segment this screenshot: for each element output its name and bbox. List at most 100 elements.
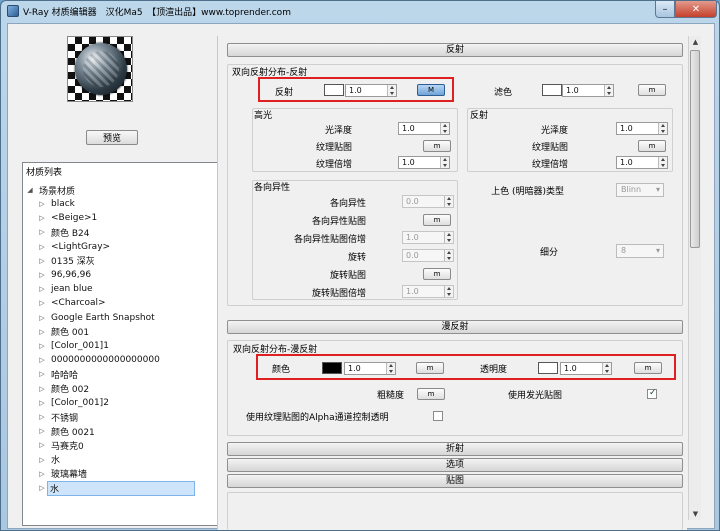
material-list-item-label: black	[51, 199, 75, 209]
material-list-item-label: 0135 深灰	[51, 257, 95, 268]
hl-mult-spinner[interactable]: 1.0	[398, 156, 450, 169]
expand-arrow-icon[interactable]: ▷	[37, 271, 47, 279]
maps-rollout-header[interactable]: 贴图	[227, 474, 683, 488]
expand-arrow-icon[interactable]: ▷	[37, 285, 47, 293]
expand-arrow-icon[interactable]: ▷	[37, 470, 47, 478]
expand-arrow-icon[interactable]: ▷	[37, 427, 47, 435]
expand-arrow-icon[interactable]: ▷	[37, 484, 47, 492]
material-properties-panel: 反射 双向反射分布-反射 反射 1.0 M 滤色 1.0 m 高光 光泽度 1.…	[217, 36, 687, 530]
rotation-spinner[interactable]: 0.0	[402, 249, 454, 262]
material-list-item-label: [Color_001]2	[51, 397, 109, 408]
material-list-item[interactable]: ▷ [Color_001]1	[37, 339, 231, 353]
expand-arrow-icon[interactable]: ▷	[37, 299, 47, 307]
rotation-mult-spinner[interactable]: 1.0	[402, 285, 454, 298]
refraction-rollout-header[interactable]: 折射	[227, 442, 683, 456]
material-list-item[interactable]: ▷ black	[37, 197, 231, 211]
subdivs-label: 细分	[540, 248, 559, 258]
preview-sphere	[75, 43, 127, 95]
aniso-group-title: 各向异性	[254, 183, 291, 193]
hl-gloss-spinner[interactable]: 1.0	[398, 122, 450, 135]
material-list-item[interactable]: ▷ 颜色 0021	[37, 424, 231, 438]
close-icon[interactable]: ✕	[675, 1, 717, 18]
shader-type-select[interactable]: Blinn	[616, 183, 664, 197]
material-list-item[interactable]: ▷ <LightGray>	[37, 240, 231, 254]
expand-arrow-icon[interactable]: ▷	[37, 441, 47, 449]
filter-amount-spinner[interactable]: 1.0	[562, 84, 614, 97]
material-list-item[interactable]: ▷ 96,96,96	[37, 268, 231, 282]
expand-arrow-icon[interactable]: ▷	[37, 399, 47, 407]
title-bar[interactable]: V-Ray 材质编辑器 汉化Ma5 【顶渲出品】www.toprender.co…	[1, 1, 719, 23]
material-list-item-label: 水	[47, 480, 195, 496]
aniso-mult-spinner[interactable]: 1.0	[402, 231, 454, 244]
filter-color-swatch[interactable]	[542, 84, 562, 96]
filter-map-button[interactable]: m	[638, 84, 666, 96]
alpha-transparency-checkbox[interactable]	[433, 411, 443, 421]
refl-gloss-label: 光泽度	[540, 126, 568, 136]
expand-arrow-icon[interactable]: ▷	[37, 228, 47, 236]
material-list-item-label: 马赛克0	[51, 441, 84, 452]
refl-gloss-spinner[interactable]: 1.0	[616, 122, 668, 135]
material-list-item[interactable]: ▷ 不锈钢	[37, 410, 231, 424]
expand-arrow-icon[interactable]: ▷	[37, 456, 47, 464]
material-list-item[interactable]: ▷ 水	[37, 480, 231, 496]
refl-texmap-button[interactable]: m	[638, 140, 666, 152]
expand-arrow-icon[interactable]: ▷	[37, 243, 47, 251]
material-list-item[interactable]: ▷ 颜色 001	[37, 325, 231, 339]
hl-texmap-label: 纹理贴图	[315, 143, 352, 153]
material-list-item[interactable]: ▷ 颜色 002	[37, 382, 231, 396]
material-list-item[interactable]: ▷ [Color_001]2	[37, 396, 231, 410]
preview-button[interactable]: 预览	[86, 130, 138, 145]
material-preview	[67, 36, 133, 102]
diffuse-rollout-header[interactable]: 漫反射	[227, 320, 683, 334]
aniso-spinner[interactable]: 0.0	[402, 195, 454, 208]
material-list-item[interactable]: ▷ 颜色 B24	[37, 225, 231, 239]
subdivs-field[interactable]: 8	[616, 244, 664, 258]
material-list-item-label: <Beige>1	[51, 213, 98, 224]
material-list-item[interactable]: ▷ 水	[37, 453, 231, 467]
expand-arrow-icon[interactable]: ▷	[37, 314, 47, 322]
expand-arrow-icon[interactable]: ▷	[37, 356, 47, 364]
scrollbar-thumb[interactable]	[690, 50, 700, 248]
material-list-item[interactable]: ▷ Google Earth Snapshot	[37, 311, 231, 325]
rotation-map-button[interactable]: m	[423, 268, 451, 280]
expand-arrow-icon[interactable]: ▷	[37, 342, 47, 350]
material-list-item[interactable]: ▷ 0000000000000000000	[37, 353, 231, 367]
expand-arrow-icon[interactable]: ◢	[25, 186, 35, 194]
options-rollout-header[interactable]: 选项	[227, 458, 683, 472]
alpha-transparency-label: 使用纹理贴图的Alpha通道控制透明	[246, 413, 389, 423]
rotation-mult-label: 旋转贴图倍增	[311, 289, 366, 299]
expand-arrow-icon[interactable]: ▷	[37, 200, 47, 208]
expand-arrow-icon[interactable]: ▷	[37, 385, 47, 393]
expand-arrow-icon[interactable]: ▷	[37, 413, 47, 421]
properties-scrollbar[interactable]: ▲ ▼	[688, 36, 701, 520]
material-list-item[interactable]: ▷ jean blue	[37, 282, 231, 296]
scroll-down-icon[interactable]: ▼	[689, 508, 702, 520]
minimize-icon[interactable]: –	[655, 1, 675, 18]
aniso-map-button[interactable]: m	[423, 214, 451, 226]
material-list-item-label: <LightGray>	[51, 241, 111, 252]
material-list[interactable]: 材质列表 ◢ 场景材质 ▷ black ▷ <Beige>1 ▷ 颜色 B24 ▷ <Ligh…	[22, 162, 218, 526]
reflection-rollout-header[interactable]: 反射	[227, 43, 683, 57]
material-list-item[interactable]: ▷ <Beige>1	[37, 211, 231, 225]
expand-arrow-icon[interactable]: ▷	[37, 328, 47, 336]
tree-root-scene-materials[interactable]: ◢ 场景材质	[25, 183, 219, 197]
app-icon	[7, 5, 19, 17]
material-list-item-label: 哈哈哈	[51, 370, 79, 381]
refl-mult-spinner[interactable]: 1.0	[616, 156, 668, 169]
use-emission-map-checkbox[interactable]	[647, 388, 657, 399]
expand-arrow-icon[interactable]: ▷	[37, 214, 47, 222]
material-list-item[interactable]: ▷ 马赛克0	[37, 438, 231, 452]
expand-arrow-icon[interactable]: ▷	[37, 370, 47, 378]
material-list-item[interactable]: ▷ <Charcoal>	[37, 296, 231, 310]
roughness-map-button[interactable]: m	[417, 388, 445, 400]
material-list-item[interactable]: ▷ 玻璃幕墙	[37, 467, 231, 481]
vray-material-editor-window: V-Ray 材质编辑器 汉化Ma5 【顶渲出品】www.toprender.co…	[0, 0, 720, 531]
material-list-item-label: 颜色 0021	[51, 427, 95, 438]
material-list-item-label: [Color_001]1	[51, 341, 109, 351]
expand-arrow-icon[interactable]: ▷	[37, 257, 47, 265]
material-list-item[interactable]: ▷ 哈哈哈	[37, 367, 231, 381]
highlight-group-title: 高光	[254, 111, 273, 121]
material-list-item[interactable]: ▷ 0135 深灰	[37, 254, 231, 268]
scroll-up-icon[interactable]: ▲	[689, 36, 702, 48]
hl-texmap-button[interactable]: m	[423, 140, 451, 152]
